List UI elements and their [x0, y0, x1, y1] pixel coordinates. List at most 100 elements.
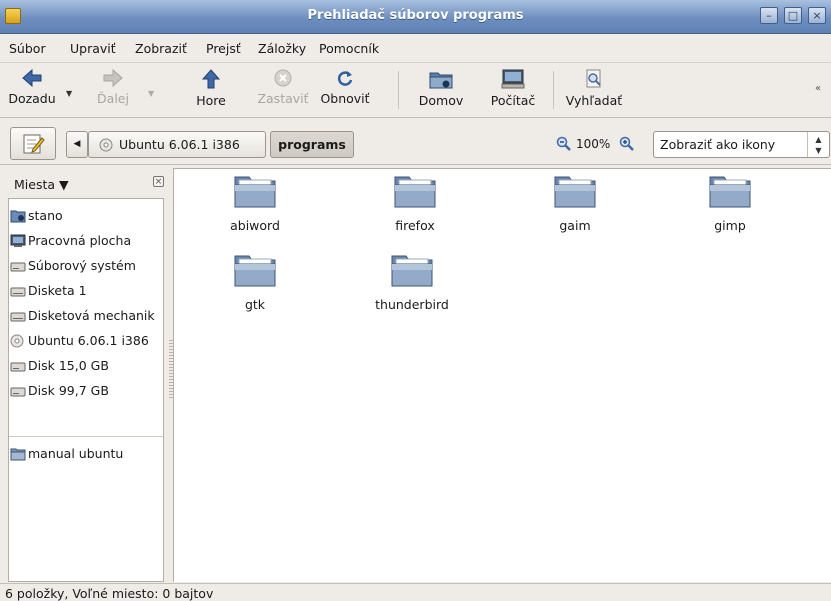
search-label: Vyhľadať	[565, 93, 623, 108]
harddisk-icon	[10, 362, 26, 372]
menu-view[interactable]: Zobraziť	[135, 41, 187, 56]
forward-history-dropdown[interactable]: ▼	[148, 89, 154, 98]
sidebar-item-ubuntu-cd[interactable]: Ubuntu 6.06.1 i386	[9, 329, 163, 353]
folder-icon	[709, 176, 751, 208]
back-label: Dozadu	[8, 91, 56, 106]
file-item-gimp[interactable]: gimp	[670, 173, 790, 233]
sidebar-item-label: Disketa 1	[28, 283, 87, 298]
sidebar-places-dropdown[interactable]: Miesta ▼	[14, 177, 69, 192]
file-item-thunderbird[interactable]: thunderbird	[352, 252, 472, 312]
sidebar-item-label: Disk 99,7 GB	[28, 383, 109, 398]
menu-file[interactable]: Súbor	[9, 41, 46, 56]
toolbar-overflow-icon[interactable]: «	[815, 83, 821, 94]
sidebar-item-label: Ubuntu 6.06.1 i386	[28, 333, 149, 348]
stop-button[interactable]: Zastaviť	[250, 65, 316, 106]
floppy-drive-icon	[10, 312, 26, 322]
back-history-dropdown[interactable]: ▼	[66, 89, 72, 98]
crumb-ubuntu-label: Ubuntu 6.06.1 i386	[119, 137, 240, 152]
reload-label: Obnoviť	[320, 91, 370, 106]
maximize-button[interactable]: □	[784, 7, 802, 24]
title-bar[interactable]: Prehliadač súborov programs – □ ×	[0, 0, 831, 34]
computer-icon	[501, 69, 525, 89]
status-bar: 6 položky, Voľné miesto: 0 bajtov	[0, 583, 831, 601]
sidebar-header: Miesta ▼ ×	[8, 168, 168, 196]
crumb-programs-label: programs	[278, 137, 346, 152]
sidebar-item-label: Disk 15,0 GB	[28, 358, 109, 373]
sidebar-close-button[interactable]: ×	[153, 176, 164, 187]
zoom-in-icon[interactable]	[619, 136, 634, 151]
reload-button[interactable]: Obnoviť	[314, 65, 376, 106]
view-mode-value: Zobraziť ako ikony	[660, 137, 776, 152]
menu-bar: Súbor Upraviť Zobraziť Prejsť Záložky Po…	[0, 38, 831, 60]
cdrom-icon	[10, 334, 24, 348]
sidebar-divider	[9, 436, 163, 437]
back-button[interactable]: Dozadu	[2, 65, 62, 106]
sidebar-item-stano[interactable]: stano	[9, 204, 163, 228]
edit-location-icon	[23, 134, 45, 154]
file-browser-window: Prehliadač súborov programs – □ × Súbor …	[0, 0, 831, 601]
sidebar-title: Miesta	[14, 177, 56, 192]
cdrom-icon	[99, 138, 113, 152]
file-item-label: abiword	[230, 218, 280, 233]
folder-icon	[234, 255, 276, 287]
zoom-level[interactable]: 100%	[576, 137, 610, 151]
folder-icon	[554, 176, 596, 208]
forward-button[interactable]: Ďalej	[82, 65, 144, 106]
search-button[interactable]: Vyhľadať	[562, 65, 626, 108]
folder-icon	[391, 255, 433, 287]
menu-bookmarks[interactable]: Záložky	[258, 41, 306, 56]
home-button[interactable]: Domov	[410, 65, 472, 108]
toolbar: Dozadu ▼ Ďalej ▼ Hore Zastaviť Obnoviť D…	[0, 62, 831, 118]
file-item-gaim[interactable]: gaim	[515, 173, 635, 233]
folder-icon	[394, 176, 436, 208]
file-item-firefox[interactable]: firefox	[355, 173, 475, 233]
status-text: 6 položky, Voľné miesto: 0 bajtov	[5, 586, 214, 601]
file-item-label: gtk	[244, 297, 266, 312]
crumb-ubuntu-cd[interactable]: Ubuntu 6.06.1 i386	[88, 131, 266, 158]
sidebar-item-desktop[interactable]: Pracovná plocha	[9, 229, 163, 253]
up-button[interactable]: Hore	[186, 65, 236, 108]
sidebar-item-label: Súborový systém	[28, 258, 136, 273]
up-arrow-icon	[202, 69, 220, 89]
sidebar-item-label: Pracovná plocha	[28, 233, 132, 248]
sidebar-item-filesystem[interactable]: Súborový systém	[9, 254, 163, 278]
toolbar-separator	[398, 71, 399, 109]
computer-button[interactable]: Počítač	[484, 65, 542, 108]
sidebar-item-disk-15[interactable]: Disk 15,0 GB	[9, 354, 163, 378]
file-item-label: thunderbird	[375, 297, 449, 312]
file-item-label: gaim	[559, 218, 591, 233]
harddisk-icon	[10, 262, 26, 272]
sidebar-item-disk-99[interactable]: Disk 99,7 GB	[9, 379, 163, 403]
forward-arrow-icon	[103, 69, 123, 87]
file-item-abiword[interactable]: abiword	[195, 173, 315, 233]
sidebar-item-floppy-drive[interactable]: Disketová mechanik	[9, 304, 163, 328]
harddisk-icon	[10, 387, 26, 397]
menu-edit[interactable]: Upraviť	[70, 41, 116, 56]
crumb-programs[interactable]: programs	[270, 131, 354, 158]
places-list: stano Pracovná plocha Súborový systém Di…	[8, 198, 164, 582]
sidebar-item-label: Disketová mechanik	[28, 308, 155, 323]
file-item-label: firefox	[395, 218, 435, 233]
sidebar-item-floppy[interactable]: Disketa 1	[9, 279, 163, 303]
close-button[interactable]: ×	[808, 7, 826, 24]
minimize-button[interactable]: –	[760, 7, 778, 24]
computer-label: Počítač	[490, 93, 536, 108]
zoom-out-icon[interactable]	[556, 136, 571, 151]
forward-label: Ďalej	[97, 91, 129, 106]
sidebar-item-label: stano	[28, 208, 63, 223]
back-arrow-icon	[22, 69, 42, 87]
crumb-scroll-left-button[interactable]: ◀	[66, 131, 88, 158]
home-label: Domov	[418, 93, 464, 108]
location-toggle-button[interactable]	[10, 127, 56, 160]
view-mode-select[interactable]: Zobraziť ako ikony ▲ ▼	[653, 131, 830, 158]
menu-help[interactable]: Pomocník	[319, 41, 379, 56]
stop-icon	[274, 69, 292, 87]
menu-go[interactable]: Prejsť	[206, 41, 241, 56]
sidebar-item-manual-ubuntu[interactable]: manual ubuntu	[9, 442, 163, 466]
search-icon	[586, 69, 601, 88]
file-item-gtk[interactable]: gtk	[195, 252, 315, 312]
desktop-icon	[10, 234, 26, 247]
window-title: Prehliadač súborov programs	[307, 8, 524, 23]
file-item-label: gimp	[714, 218, 746, 233]
toolbar-separator	[553, 71, 554, 109]
